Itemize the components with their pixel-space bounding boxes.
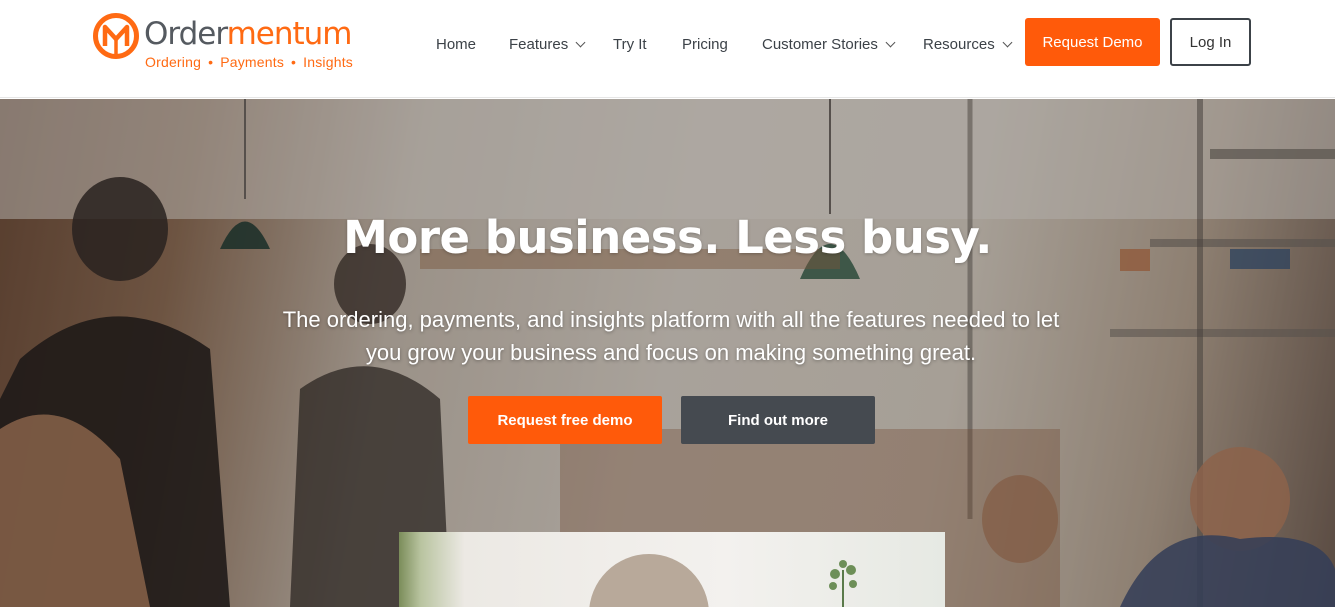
nav-pricing[interactable]: Pricing xyxy=(682,36,728,53)
hero-headline: More business. Less busy. xyxy=(343,211,992,264)
request-demo-button[interactable]: Request Demo xyxy=(1025,18,1160,66)
tagline-ordering: Ordering xyxy=(145,54,202,70)
nav-features-label: Features xyxy=(509,36,569,53)
nav-customer-stories-label: Customer Stories xyxy=(762,36,878,53)
nav-home[interactable]: Home xyxy=(436,36,476,53)
hero-subheadline: The ordering, payments, and insights pla… xyxy=(282,307,1060,365)
nav-try-it-label: Try It xyxy=(613,36,647,53)
login-button[interactable]: Log In xyxy=(1170,18,1251,66)
plant-icon xyxy=(829,560,857,607)
request-free-demo-button[interactable]: Request free demo xyxy=(468,396,662,444)
logo-wordmark: Ordermentum xyxy=(144,16,353,52)
hero-preview-image[interactable] xyxy=(399,532,945,607)
chevron-down-icon xyxy=(885,37,896,48)
nav-pricing-label: Pricing xyxy=(682,36,728,53)
hero-section: More business. Less busy. The ordering, … xyxy=(0,99,1335,607)
find-out-more-button[interactable]: Find out more xyxy=(681,396,875,444)
nav-home-label: Home xyxy=(436,36,477,53)
nav-features[interactable]: Features xyxy=(509,36,586,53)
logo-word-part1: Order xyxy=(144,16,228,52)
nav-try-it[interactable]: Try It xyxy=(613,36,647,53)
tagline-insights: Insights xyxy=(303,54,354,70)
chevron-down-icon xyxy=(1002,37,1013,48)
site-header: Ordermentum Ordering • Payments • Insights H… xyxy=(0,0,1335,98)
tagline-payments: Payments xyxy=(220,54,285,70)
chevron-down-icon xyxy=(575,37,586,48)
nav-resources-label: Resources xyxy=(923,36,995,53)
logo-mark-icon xyxy=(93,13,139,59)
ordermentum-logo[interactable]: Ordermentum Ordering • Payments • Insights xyxy=(92,12,362,74)
person-photo xyxy=(589,554,709,607)
nav-resources[interactable]: Resources xyxy=(923,36,1013,53)
nav-customer-stories[interactable]: Customer Stories xyxy=(762,36,896,53)
logo-word-part2: mentum xyxy=(226,16,353,52)
logo-tagline: Ordering • Payments • Insights xyxy=(145,54,354,70)
